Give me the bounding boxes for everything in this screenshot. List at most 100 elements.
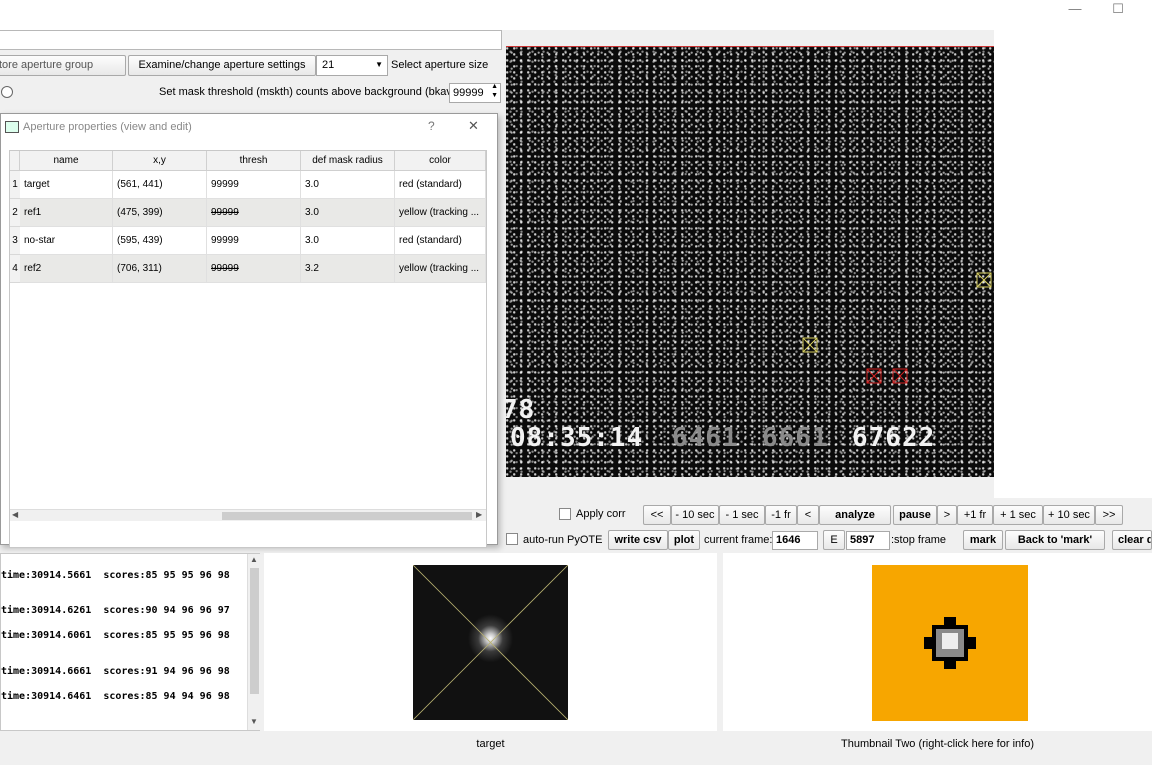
minimize-icon[interactable]: — xyxy=(1060,0,1090,20)
aperture-size-value: 21 xyxy=(322,59,335,71)
next-button[interactable]: > xyxy=(937,505,957,525)
scroll-up-icon[interactable]: ▲ xyxy=(250,555,258,564)
aperture-ref1-marker[interactable] xyxy=(802,337,818,353)
row-header[interactable]: 3 xyxy=(10,227,20,255)
right-blank-area xyxy=(994,30,1152,498)
scroll-thumb[interactable] xyxy=(222,512,472,520)
clear-button[interactable]: clear d xyxy=(1112,530,1152,550)
minus-1fr-button[interactable]: -1 fr xyxy=(765,505,797,525)
cell-color[interactable]: red (standard) xyxy=(395,171,486,199)
col-header-name[interactable]: name xyxy=(20,151,113,171)
log-line: time:30914.5661 scores:85 95 95 96 98 xyxy=(1,570,230,581)
cell-name[interactable]: ref2 xyxy=(20,255,113,283)
aperture-table: name x,y thresh def mask radius color 1 … xyxy=(9,150,487,548)
chevron-down-icon: ▼ xyxy=(375,60,383,69)
stop-frame-input[interactable]: 5897 xyxy=(846,531,890,550)
col-header-thresh[interactable]: thresh xyxy=(207,151,301,171)
cell-thresh[interactable]: 99999 xyxy=(207,255,301,283)
col-header-xy[interactable]: x,y xyxy=(113,151,207,171)
pause-button[interactable]: pause xyxy=(893,505,937,525)
scroll-left-icon[interactable]: ◀ xyxy=(12,510,18,519)
minus-1sec-button[interactable]: - 1 sec xyxy=(719,505,765,525)
col-header-radius[interactable]: def mask radius xyxy=(301,151,395,171)
rewind-all-button[interactable]: << xyxy=(643,505,671,525)
overlay-value-2: 6661 xyxy=(762,423,829,453)
cell-name[interactable]: ref1 xyxy=(20,199,113,227)
plus-1sec-button[interactable]: + 1 sec xyxy=(993,505,1043,525)
help-icon[interactable]: ? xyxy=(428,119,435,133)
write-csv-button[interactable]: write csv xyxy=(608,530,668,550)
scroll-down-icon[interactable]: ▼ xyxy=(250,717,258,726)
horizontal-scrollbar[interactable]: ◀ ▶ xyxy=(10,509,486,521)
window-icon xyxy=(5,121,19,133)
aperture-target-marker[interactable] xyxy=(866,368,882,384)
cell-thresh[interactable]: 99999 xyxy=(207,171,301,199)
vertical-scrollbar[interactable]: ▲ ▼ xyxy=(247,554,260,730)
cell-color[interactable]: red (standard) xyxy=(395,227,486,255)
spin-arrows-icon[interactable]: ▲ ▼ xyxy=(491,82,498,100)
log-text-area[interactable]: time:30914.5661 scores:85 95 95 96 98 ti… xyxy=(0,553,260,731)
apply-corr-checkbox[interactable] xyxy=(559,508,571,520)
mask-threshold-spinbox[interactable]: 99999 ▲ ▼ xyxy=(449,83,501,103)
auto-run-pyote-checkbox[interactable] xyxy=(506,533,518,545)
cell-color[interactable]: yellow (tracking ... xyxy=(395,199,486,227)
apply-corr-label: Apply corr xyxy=(576,508,626,520)
cell-xy[interactable]: (595, 439) xyxy=(113,227,207,255)
thumbnail-two-image[interactable] xyxy=(872,565,1028,721)
scroll-right-icon[interactable]: ▶ xyxy=(476,510,482,519)
row-header[interactable]: 4 xyxy=(10,255,20,283)
mark-button[interactable]: mark xyxy=(963,530,1003,550)
mask-threshold-label: Set mask threshold (mskth) counts above … xyxy=(159,86,462,98)
dialog-title: Aperture properties (view and edit) xyxy=(23,121,192,133)
cell-xy[interactable]: (475, 399) xyxy=(113,199,207,227)
back-to-mark-button[interactable]: Back to 'mark' xyxy=(1005,530,1105,550)
cell-color[interactable]: yellow (tracking ... xyxy=(395,255,486,283)
cell-thresh[interactable]: 99999 xyxy=(207,199,301,227)
minus-10sec-button[interactable]: - 10 sec xyxy=(671,505,719,525)
store-aperture-group-button[interactable]: tore aperture group xyxy=(0,55,126,76)
overlay-value-1: 6461 xyxy=(672,423,739,453)
scroll-thumb[interactable] xyxy=(250,568,259,694)
plus-10sec-button[interactable]: + 10 sec xyxy=(1043,505,1095,525)
row-header[interactable]: 2 xyxy=(10,199,20,227)
thumbnail-one-image[interactable] xyxy=(413,565,568,720)
cell-xy[interactable]: (706, 311) xyxy=(113,255,207,283)
cell-xy[interactable]: (561, 441) xyxy=(113,171,207,199)
row-header[interactable]: 1 xyxy=(10,171,20,199)
cell-radius[interactable]: 3.0 xyxy=(301,227,395,255)
current-frame-input[interactable]: 1646 xyxy=(772,531,818,550)
log-line: time:30914.6061 scores:85 95 95 96 98 xyxy=(1,630,230,641)
e-button[interactable]: E xyxy=(823,530,845,550)
thumbnail-one-panel[interactable] xyxy=(264,553,717,731)
col-header-color[interactable]: color xyxy=(395,151,486,171)
examine-aperture-settings-button[interactable]: Examine/change aperture settings xyxy=(128,55,316,76)
aperture-size-select[interactable]: 21 ▼ xyxy=(316,55,388,76)
thumbnail-one-caption: target xyxy=(476,738,505,750)
video-frame-image[interactable]: 78 08:35:14 6461 6661 67622 xyxy=(502,46,994,477)
overlay-time: 08:35:14 xyxy=(510,423,644,453)
aperture-size-label: Select aperture size xyxy=(391,59,489,71)
close-icon[interactable]: ✕ xyxy=(468,118,479,134)
analyze-button[interactable]: analyze xyxy=(819,505,891,525)
maximize-icon[interactable]: ☐ xyxy=(1103,0,1133,20)
mask-radio[interactable] xyxy=(1,86,13,98)
prev-button[interactable]: < xyxy=(797,505,819,525)
aperture-ref2-marker[interactable] xyxy=(976,272,992,288)
cell-name[interactable]: no-star xyxy=(20,227,113,255)
plus-1fr-button[interactable]: +1 fr xyxy=(957,505,993,525)
cell-radius[interactable]: 3.0 xyxy=(301,199,395,227)
thumbnail-two-panel[interactable] xyxy=(723,553,1152,731)
log-line: time:30914.6261 scores:90 94 96 96 97 xyxy=(1,605,230,616)
forward-all-button[interactable]: >> xyxy=(1095,505,1123,525)
file-path-input[interactable] xyxy=(0,30,502,50)
plot-button[interactable]: plot xyxy=(668,530,700,550)
aperture-properties-dialog: Aperture properties (view and edit) ? ✕ … xyxy=(0,113,498,548)
overlay-value-3: 67622 xyxy=(852,423,936,453)
cell-thresh[interactable]: 99999 xyxy=(207,227,301,255)
cell-radius[interactable]: 3.0 xyxy=(301,171,395,199)
aperture-no-star-marker[interactable] xyxy=(892,368,908,384)
cell-name[interactable]: target xyxy=(20,171,113,199)
cell-radius[interactable]: 3.2 xyxy=(301,255,395,283)
log-line: time:30914.6661 scores:91 94 96 96 98 xyxy=(1,666,230,677)
thumbnail-two-caption[interactable]: Thumbnail Two (right-click here for info… xyxy=(723,738,1152,750)
